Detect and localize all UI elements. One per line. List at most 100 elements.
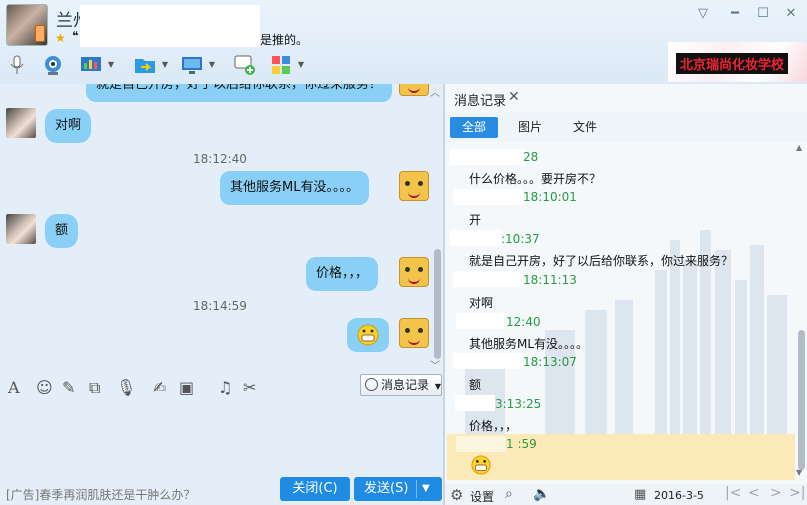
message-bubble: 价格，，， [306,257,379,291]
redaction-mask [80,5,260,47]
star-icon: ★ [55,31,66,45]
peer-avatar[interactable] [6,108,36,138]
collapse-up-icon[interactable]: ︿ [430,84,440,99]
search-icon[interactable]: ⌕ [505,486,513,502]
image-icon[interactable]: ▣ [179,378,194,397]
redaction-mask [456,313,504,329]
message-bubble-partial: 就是自己开房，好了以后给你联系，你过来服务？ [86,84,393,102]
monitor-icon [182,57,202,74]
tab-images[interactable]: 图片 [508,117,552,138]
video-call-button[interactable] [40,52,66,78]
previous-page-icon[interactable]: < [748,485,760,501]
redaction-mask [450,230,502,246]
screenshot-icon[interactable]: ⧉ [89,378,100,398]
scissors-icon[interactable]: ✂ [243,378,256,397]
apps-grid-icon [272,56,290,74]
share-screen-button[interactable]: ▼ [78,52,114,78]
minimize-button[interactable]: ━ [727,6,743,22]
contact-signature: 是推的。 [260,33,309,47]
tab-all[interactable]: 全部 [450,117,498,138]
self-avatar[interactable] [399,257,429,287]
scrollbar-thumb[interactable] [798,330,805,470]
grin-emoji-icon [357,324,379,346]
scrollbar-thumb[interactable] [434,249,441,359]
chat-scrollbar[interactable] [431,84,443,372]
self-avatar[interactable] [399,318,429,348]
message-history-label: 消息记录 [381,378,430,392]
chevron-down-icon[interactable]: ▼ [209,60,215,69]
message-timestamp: 18:14:59 [193,299,247,313]
logo-text: 北京瑞尚化妆学校 [676,53,789,74]
new-chat-button[interactable] [232,52,258,78]
chevron-down-icon[interactable]: ▽ [695,6,711,22]
history-timestamp: 18:13:07 [523,355,577,369]
music-icon[interactable]: ♫ [218,378,232,397]
message-bubble-emoji [347,318,389,352]
chevron-down-icon[interactable]: ▼ [108,60,114,69]
send-options-icon[interactable]: ▼ [422,477,430,501]
tab-files[interactable]: 文件 [563,117,607,138]
chevron-down-icon[interactable]: ▼ [298,60,304,69]
calendar-icon[interactable]: ▦ [634,487,646,502]
message-history-button[interactable]: 消息记录 ▼ [360,374,442,396]
history-message: 什么价格。。。要开房不？ [469,172,602,186]
close-window-button[interactable]: ✕ [783,6,799,22]
chevron-down-icon: ▼ [434,382,441,391]
ad-link[interactable]: [广告]春季再润肌肤还是干肿么办？ [6,486,195,503]
voice-call-button[interactable] [4,52,30,78]
redaction-mask [450,149,526,165]
scroll-down-icon[interactable]: ▼ [796,468,802,477]
history-message: 对啊 [469,296,494,310]
chat-add-icon [234,55,255,75]
message-input[interactable] [0,400,443,475]
redaction-mask [453,189,523,205]
message-bubble: 其他服务ML有没。。。。 [220,171,369,205]
maximize-button[interactable]: ☐ [755,6,771,22]
voice-message-icon[interactable]: 🎙 [116,378,136,397]
chart-screen-icon [81,57,101,71]
folder-arrow-icon [135,59,155,73]
redaction-mask [455,395,495,411]
last-page-icon[interactable]: >| [789,485,805,501]
magic-icon[interactable]: ✎ [62,378,75,397]
apps-button[interactable]: ▼ [268,52,304,78]
ad-logo[interactable]: 北京瑞尚化妆学校 [668,42,807,82]
redaction-mask [453,353,523,369]
edit-icon[interactable]: ✍ [153,378,166,397]
scroll-up-icon[interactable]: ▲ [796,143,802,152]
message-bubble: 额 [45,214,79,248]
history-timestamp: 3:13:25 [495,397,542,411]
settings-label[interactable]: 设置 [470,488,494,505]
next-page-icon[interactable]: > [770,485,782,501]
microphone-icon [10,55,24,74]
contact-avatar[interactable] [6,4,48,46]
peer-avatar[interactable] [6,214,36,244]
history-date[interactable]: 2016-3-5 [654,489,704,502]
first-page-icon[interactable]: |< [725,485,741,501]
close-button[interactable]: 关闭(C) [280,477,350,501]
history-timestamp: 18:11:13 [523,273,577,287]
status-mark: ❝ [72,29,79,43]
history-message: 其他服务ML有没。。。。 [469,337,589,351]
remote-desktop-button[interactable]: ▼ [179,52,215,78]
history-timestamp: 28 [523,150,539,164]
send-button[interactable]: 发送(S) ▼ [354,477,442,501]
history-message: 开 [469,213,482,227]
clock-icon [365,378,378,391]
redaction-mask [456,436,506,452]
chevron-down-icon[interactable]: ▼ [162,60,168,69]
send-file-button[interactable]: ▼ [132,52,168,78]
self-avatar[interactable] [399,84,429,96]
history-timestamp: :10:37 [501,232,540,246]
history-tabs [445,112,807,142]
history-title: 消息记录 [454,94,507,109]
font-icon[interactable]: A [8,378,20,397]
self-avatar[interactable] [399,171,429,201]
redaction-mask [453,271,523,287]
gear-icon[interactable]: ⚙ [450,486,463,504]
close-icon[interactable]: ✕ [508,89,520,105]
history-scrollbar[interactable] [795,140,807,480]
collapse-down-icon[interactable]: ﹀ [430,357,440,372]
emoji-icon[interactable]: ☺ [36,378,53,397]
speaker-icon[interactable]: 🔈 [533,486,550,502]
